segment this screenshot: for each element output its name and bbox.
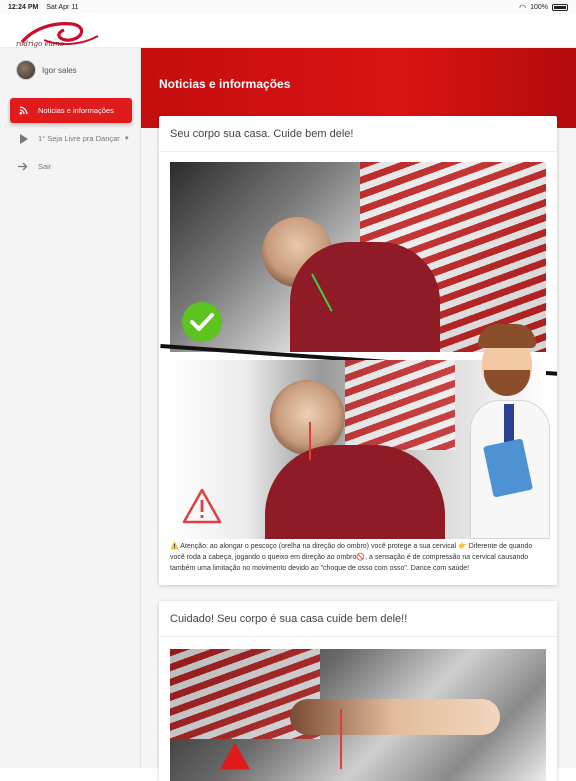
status-right: ◠ 100%	[519, 3, 568, 12]
user-name: Igor sales	[42, 65, 77, 75]
status-date: Sat Apr 11	[46, 3, 79, 11]
page-title: Noticias e informações	[159, 77, 291, 91]
sidebar-item-label: Sair	[38, 162, 52, 171]
avatar	[16, 60, 36, 80]
post-image[interactable]	[160, 162, 557, 539]
striped-background	[345, 360, 455, 450]
sidebar-item-label: 1° Seja Livre pra Dançar	[38, 134, 120, 143]
post-title: Seu corpo sua casa. Cuide bem dele!	[159, 116, 557, 152]
news-card[interactable]: Cuidado! Seu corpo é sua casa cuide bem …	[159, 601, 557, 781]
chevron-down-icon: ▼	[123, 135, 130, 142]
news-card[interactable]: Seu corpo sua casa. Cuide bem dele! ⚠️ A…	[159, 116, 557, 585]
doctor-illustration	[470, 324, 550, 539]
warning-icon	[182, 488, 222, 529]
arrow-right-icon	[16, 162, 30, 171]
sidebar-item-sair[interactable]: Sair	[10, 154, 132, 179]
dancer-body	[265, 445, 445, 539]
dancer-arm	[290, 699, 500, 735]
check-icon	[182, 302, 222, 342]
sidebar-item-noticias[interactable]: Noticias e informações	[10, 98, 132, 123]
red-arrow-icon	[340, 709, 342, 769]
doctor-tie	[504, 404, 514, 444]
warning-icon	[218, 741, 252, 776]
app-header: rodrigo elano	[0, 14, 576, 48]
doctor-beard	[484, 370, 530, 396]
play-icon	[16, 133, 30, 144]
sidebar-item-seja-livre[interactable]: 1° Seja Livre pra Dançar ▼	[10, 126, 132, 151]
status-time: 12:24 PM	[8, 3, 39, 11]
battery-icon	[552, 3, 568, 11]
user-profile[interactable]: Igor sales	[16, 60, 77, 80]
news-feed[interactable]: Seu corpo sua casa. Cuide bem dele! ⚠️ A…	[141, 116, 576, 781]
sidebar-item-label: Noticias e informações	[38, 106, 114, 115]
battery-percent: 100%	[530, 3, 548, 11]
red-arrow-icon	[309, 422, 311, 460]
post-body: ⚠️ Atenção: ao alongar o pescoço (orelha…	[170, 543, 533, 572]
doctor-hair	[478, 324, 536, 348]
rss-icon	[16, 106, 30, 115]
dancer-body	[290, 242, 440, 352]
post-image[interactable]	[170, 649, 546, 781]
sidebar: Igor sales Noticias e informações 1° Sej…	[0, 48, 141, 768]
wifi-icon: ◠	[519, 2, 527, 12]
dancer-head	[270, 380, 345, 455]
status-bar: 12:24 PM Sat Apr 11 ◠ 100%	[0, 0, 576, 14]
brand-logo: rodrigo elano	[16, 22, 99, 48]
logo-text: rodrigo elano	[16, 40, 64, 48]
post-title: Cuidado! Seu corpo é sua casa cuide bem …	[159, 601, 557, 637]
